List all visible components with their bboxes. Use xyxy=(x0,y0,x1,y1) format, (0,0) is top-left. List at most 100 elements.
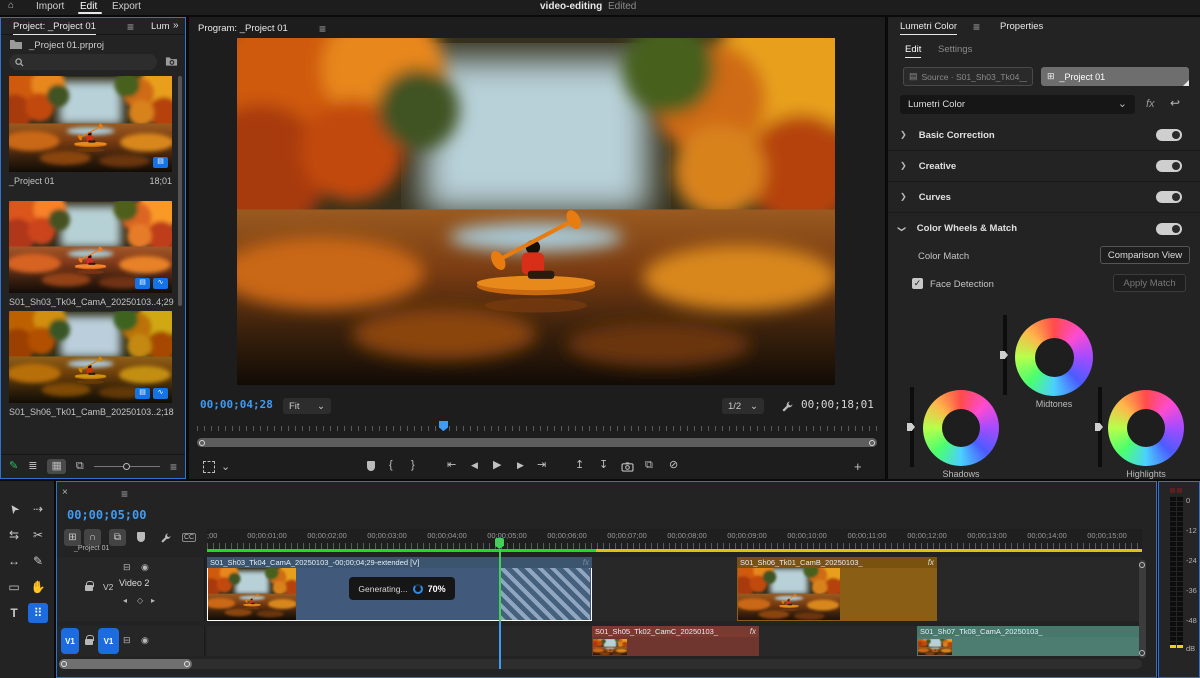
project-panel-menu-icon[interactable]: ≡ xyxy=(127,20,134,34)
playback-resolution-dropdown[interactable]: 1/2 ⌄ xyxy=(722,398,764,414)
section-curves[interactable]: ❯ Curves xyxy=(888,182,1200,213)
search-input[interactable] xyxy=(28,57,138,67)
project-scrollbar[interactable] xyxy=(178,76,182,306)
eye-icon[interactable]: ◉ xyxy=(141,636,149,645)
edit-pen-icon[interactable]: ✎ xyxy=(9,461,18,472)
track-output-icon[interactable]: ⊟ xyxy=(123,563,131,572)
timeline-clip[interactable]: S01_Sh06_Tk01_CamB_20250103_ fx xyxy=(737,557,937,621)
next-keyframe-icon[interactable]: ▸ xyxy=(151,597,155,605)
clip-indicator-left[interactable] xyxy=(1170,488,1175,493)
subtab-settings[interactable]: Settings xyxy=(938,44,972,55)
export-frame-icon[interactable] xyxy=(621,462,634,472)
shadows-luma-slider[interactable] xyxy=(910,387,914,467)
selection-tool-icon[interactable]: ➤ xyxy=(0,495,28,523)
pen-tool-icon[interactable]: ✎ xyxy=(28,551,48,571)
step-forward-icon[interactable]: ▶ xyxy=(517,461,524,470)
project-item-sequence[interactable]: ▤ _Project 01 18;01 xyxy=(9,76,172,186)
timeline-ruler[interactable]: ;00;00 00;00;01;00 00;00;02;00 00;00;03;00 0… xyxy=(207,529,1142,549)
midtones-color-wheel[interactable] xyxy=(1015,318,1093,396)
track-lane-v2[interactable]: S01_Sh03_Tk04_CamA_20250103_-00;00;04;29… xyxy=(207,557,1142,621)
tab-project[interactable]: Project: _Project 01 xyxy=(13,21,96,35)
nest-sequence-icon[interactable]: ⊞ xyxy=(64,529,81,546)
source-clip-button[interactable]: ▤ Source · S01_Sh03_Tk04__ xyxy=(903,67,1033,86)
zoom-slider[interactable] xyxy=(93,463,160,470)
home-icon[interactable]: ⌂ xyxy=(8,1,14,11)
lock-icon[interactable] xyxy=(85,581,94,591)
captions-icon[interactable]: CC xyxy=(182,533,197,542)
fx-badge-icon[interactable]: fx xyxy=(1146,98,1155,110)
project-item-clip-b[interactable]: ▤ ∿ S01_Sh06_Tk01_CamB_20250103.. 2;18 xyxy=(9,311,174,417)
search-bin-icon[interactable] xyxy=(165,56,178,67)
bin-name[interactable]: _Project 01.prproj xyxy=(29,40,104,51)
toggle-color-wheels[interactable] xyxy=(1156,222,1182,235)
timeline-scroll-thumb[interactable] xyxy=(59,659,192,669)
section-color-wheels[interactable]: ❯ Color Wheels & Match xyxy=(888,213,1200,244)
timeline-timecode[interactable]: 00;00;05;00 xyxy=(67,508,146,522)
tab-overflow-icon[interactable]: » xyxy=(173,20,179,31)
button-editor-plus-icon[interactable]: + xyxy=(854,460,862,473)
apply-match-button[interactable]: Apply Match xyxy=(1113,274,1186,292)
effect-dropdown[interactable]: Lumetri Color ⌄ xyxy=(900,95,1135,114)
step-back-icon[interactable]: ◀ xyxy=(471,461,478,470)
source-patch-v1[interactable]: V1 xyxy=(61,628,79,654)
subtab-edit[interactable]: Edit xyxy=(905,44,922,58)
lock-icon[interactable] xyxy=(85,635,94,645)
tab-program[interactable]: Program: _Project 01 xyxy=(198,23,288,34)
menu-export[interactable]: Export xyxy=(112,1,141,12)
track-name-v2[interactable]: Video 2 xyxy=(119,578,149,588)
track-lane-v1[interactable]: S01_Sh05_Tk02_CamC_20250103_ fx S01_Sh07_T… xyxy=(207,626,1142,656)
shadows-color-wheel[interactable] xyxy=(923,390,999,466)
project-item-clip-a[interactable]: ▤ ∿ S01_Sh03_Tk04_CamA_20250103.. 4;29 xyxy=(9,201,174,307)
add-marker-icon[interactable] xyxy=(367,461,375,471)
mark-in-icon[interactable]: { xyxy=(389,460,393,471)
toggle-basic-correction[interactable] xyxy=(1156,129,1182,141)
fit-dropdown[interactable]: Fit ⌄ xyxy=(283,398,331,414)
section-basic-correction[interactable]: ❯ Basic Correction xyxy=(888,120,1200,151)
section-creative[interactable]: ❯ Creative xyxy=(888,151,1200,182)
chevron-down-icon[interactable]: ⌄ xyxy=(221,462,230,473)
toggle-curves[interactable] xyxy=(1156,191,1182,203)
comparison-view-icon[interactable]: ⧉ xyxy=(645,460,653,471)
rectangle-tool-icon[interactable]: ▭ xyxy=(4,577,24,597)
freeform-view-icon[interactable]: ⧉ xyxy=(76,461,84,472)
midtones-luma-slider[interactable] xyxy=(1003,315,1007,395)
tab-lumetri-color[interactable]: Lumetri Color xyxy=(900,21,958,35)
ripple-edit-tool-icon[interactable]: ⇆ xyxy=(4,525,24,545)
linked-selection-icon[interactable]: ⧉ xyxy=(109,529,126,546)
add-marker-icon[interactable] xyxy=(137,532,145,542)
timeline-settings-wrench-icon[interactable] xyxy=(160,532,172,544)
prev-keyframe-icon[interactable]: ◂ xyxy=(123,597,127,605)
toggle-creative[interactable] xyxy=(1156,160,1182,172)
list-view-icon[interactable]: ≣ xyxy=(28,461,37,472)
highlights-color-wheel[interactable] xyxy=(1108,390,1184,466)
target-sequence-button[interactable]: ⊞ _Project 01 xyxy=(1041,67,1189,86)
track-select-tool-icon[interactable]: ⇢ xyxy=(28,499,48,519)
add-keyframe-icon[interactable]: ◇ xyxy=(137,597,143,605)
thumbnail-view-icon[interactable]: ▦ xyxy=(47,459,66,474)
track-target-v1[interactable]: V1 xyxy=(98,628,119,654)
snap-magnet-icon[interactable]: ∩ xyxy=(84,529,101,546)
track-output-icon[interactable]: ⊟ xyxy=(123,636,131,645)
highlights-luma-slider[interactable] xyxy=(1098,387,1102,467)
reset-effect-icon[interactable]: ↩ xyxy=(1170,97,1180,109)
comparison-view-button[interactable]: Comparison View xyxy=(1100,246,1190,264)
goto-out-icon[interactable]: ⇥ xyxy=(537,460,546,471)
clip-indicator-right[interactable] xyxy=(1177,488,1182,493)
eye-icon[interactable]: ◉ xyxy=(141,563,149,572)
project-footer-menu-icon[interactable]: ≡ xyxy=(170,460,177,474)
menu-import[interactable]: Import xyxy=(36,1,64,12)
face-detection-checkbox[interactable]: ✓ xyxy=(912,278,923,289)
track-label-v2[interactable]: V2 xyxy=(103,582,113,592)
timeline-menu-icon[interactable]: ≡ xyxy=(121,487,128,501)
goto-in-icon[interactable]: ⇤ xyxy=(447,460,456,471)
tab-properties[interactable]: Properties xyxy=(1000,21,1043,32)
timeline-horizontal-scrollbar[interactable] xyxy=(59,659,1142,669)
tab-lumetri-truncated[interactable]: Lum xyxy=(151,21,169,32)
extract-icon[interactable]: ↧ xyxy=(599,460,608,471)
slip-tool-icon[interactable]: ↔ xyxy=(4,551,24,571)
program-panel-menu-icon[interactable]: ≡ xyxy=(319,22,326,36)
razor-tool-icon[interactable]: ✂ xyxy=(28,525,48,545)
global-fx-mute-icon[interactable]: ⊘ xyxy=(669,460,678,471)
generative-extend-tool-icon[interactable]: ⠿ xyxy=(28,603,48,623)
timeline-clip[interactable]: S01_Sh07_Tk08_CamA_20250103_ xyxy=(917,626,1142,656)
